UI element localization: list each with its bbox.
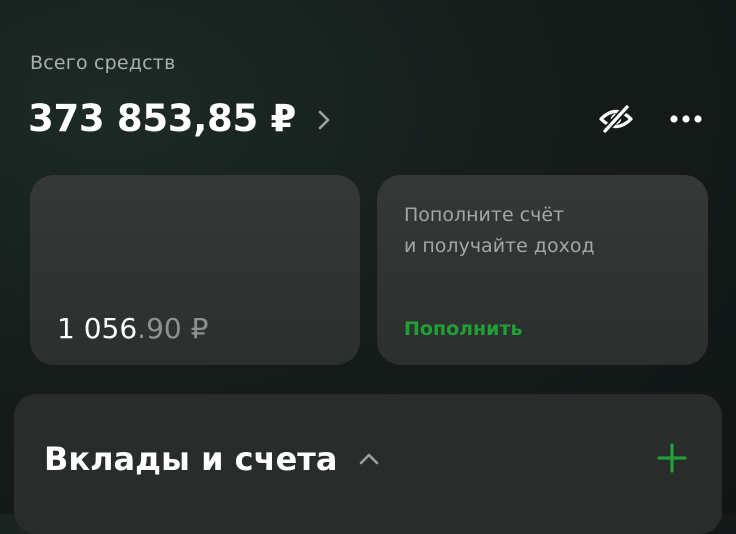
card-balance: 1 056.90 ₽ [57,312,208,345]
chevron-up-icon [359,453,379,465]
total-label: Всего средств [30,52,176,74]
promo-line-1: Пополните счёт [404,204,565,226]
plus-icon[interactable] [652,438,692,478]
section-title: Вклады и счета [44,440,338,478]
topup-link[interactable]: Пополнить [404,318,523,340]
chevron-right-icon [318,110,330,130]
promo-text: Пополните счёт и получайте доход [404,200,694,262]
eye-slash-icon[interactable] [597,102,635,136]
total-amount: 373 853,85 ₽ [28,97,296,140]
card-balance-main: 1 056 [57,312,138,345]
total-balance-row[interactable]: 373 853,85 ₽ [28,97,330,140]
promo-line-2: и получайте доход [404,235,595,257]
deposits-accounts-section: Вклады и счета [14,394,722,534]
account-card[interactable]: 1 056.90 ₽ [30,175,360,365]
deposits-section-header[interactable]: Вклады и счета [44,440,379,478]
more-dots-icon[interactable] [664,104,708,134]
card-balance-fraction: .90 ₽ [137,312,209,345]
topup-promo-card[interactable]: Пополните счёт и получайте доход Пополни… [377,175,708,365]
